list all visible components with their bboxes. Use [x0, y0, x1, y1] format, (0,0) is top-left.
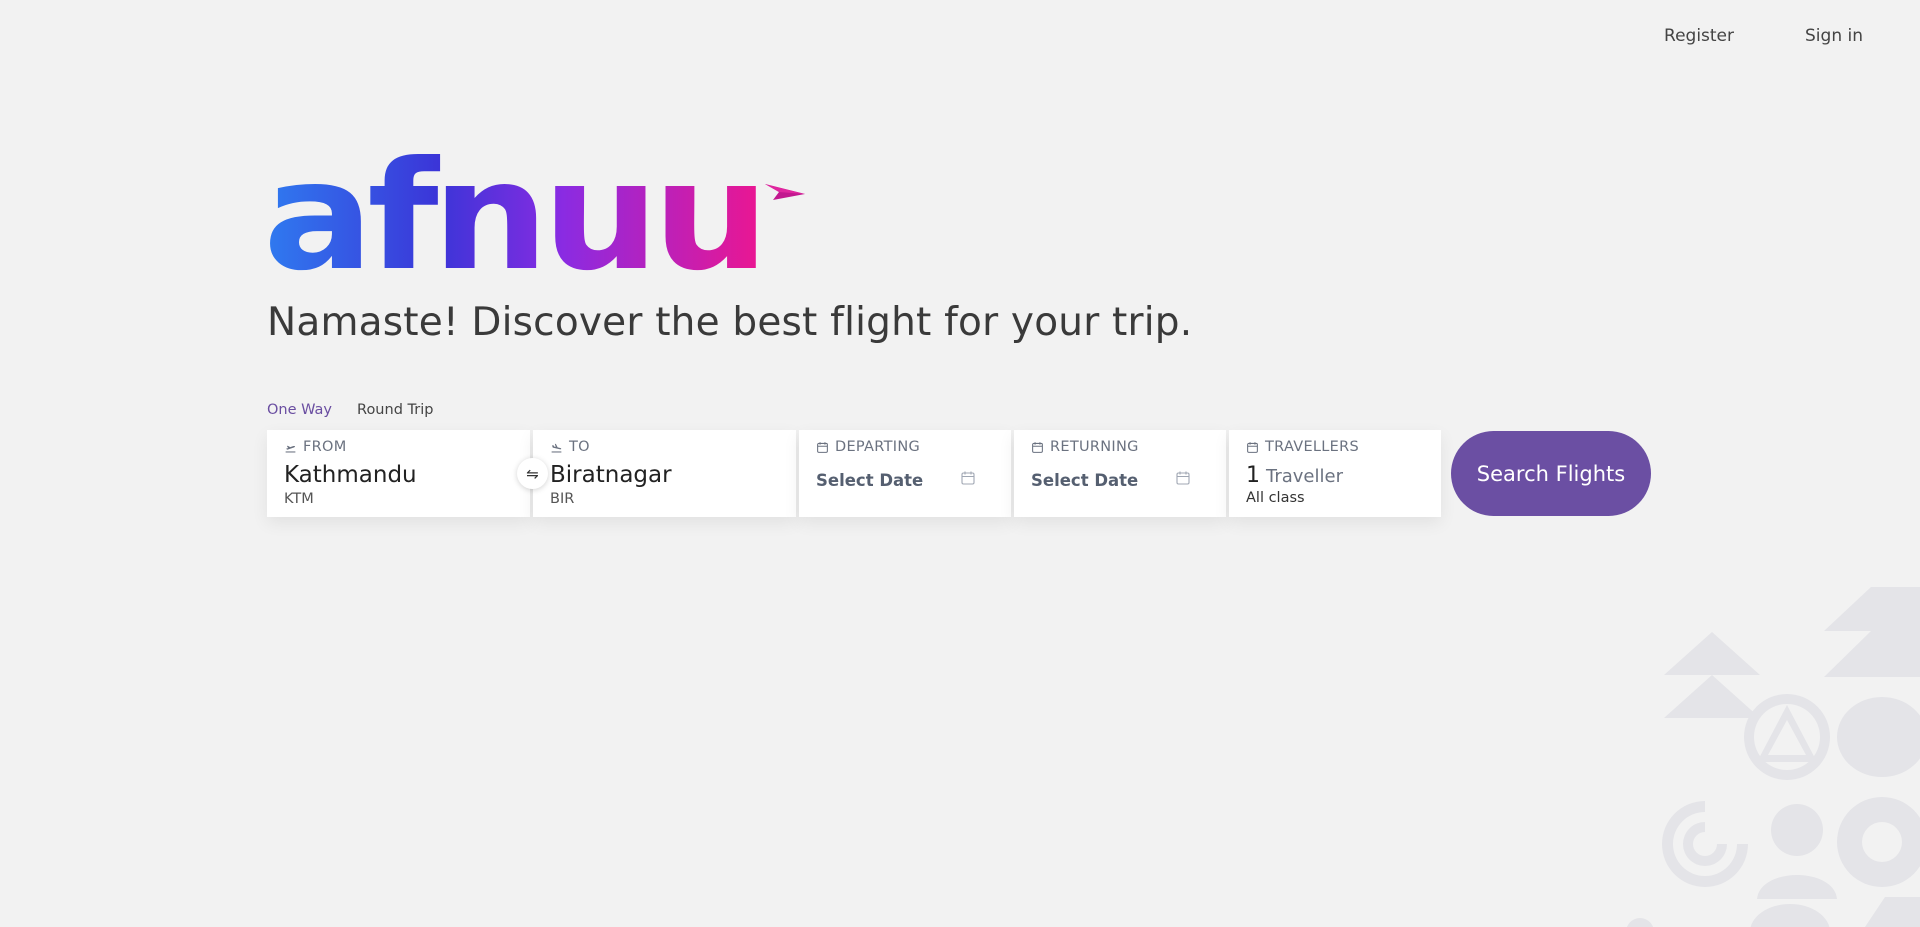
svg-text:afnuu: afnuu: [267, 140, 763, 275]
calendar-icon: [1176, 471, 1190, 485]
landing-icon: [551, 443, 562, 452]
decorative-shapes: [1626, 587, 1920, 927]
from-code: KTM: [284, 491, 314, 507]
to-label: TO: [569, 439, 590, 455]
to-field[interactable]: TO Biratnagar BIR: [533, 430, 796, 517]
returning-value: Select Date: [1031, 470, 1139, 490]
to-code: BIR: [550, 491, 575, 507]
from-field[interactable]: FROM Kathmandu KTM ⇋: [267, 430, 548, 517]
departing-field[interactable]: DEPARTING Select Date: [799, 430, 1011, 517]
tab-round-trip[interactable]: Round Trip: [357, 402, 433, 418]
to-city: Biratnagar: [550, 462, 672, 488]
cabin-class: All class: [1246, 490, 1305, 506]
departing-label: DEPARTING: [835, 439, 920, 455]
returning-field[interactable]: RETURNING Select Date: [1014, 430, 1226, 517]
departing-value: Select Date: [816, 470, 924, 490]
afnuu-logo: afnuu: [267, 140, 805, 275]
traveller-unit: Traveller: [1266, 466, 1343, 487]
from-label: FROM: [303, 439, 347, 455]
signin-link[interactable]: Sign in: [1805, 26, 1863, 46]
from-city: Kathmandu: [284, 462, 417, 488]
takeoff-icon: [285, 445, 296, 452]
calendar-icon: [961, 471, 975, 485]
traveller-count: 1: [1246, 463, 1260, 488]
calendar-icon: [1032, 441, 1043, 453]
flight-search-form: FROM Kathmandu KTM ⇋ TO Biratnagar BIR D…: [267, 430, 1651, 517]
tab-one-way[interactable]: One Way: [267, 402, 332, 418]
trip-type-tabs: One Way Round Trip: [267, 402, 433, 418]
travellers-field[interactable]: TRAVELLERS 1 Traveller All class: [1229, 430, 1441, 517]
travellers-label: TRAVELLERS: [1265, 439, 1360, 455]
register-link[interactable]: Register: [1664, 26, 1734, 46]
page-headline: Namaste! Discover the best flight for yo…: [267, 300, 1193, 345]
swap-icon[interactable]: ⇋: [517, 458, 548, 489]
search-flights-button[interactable]: Search Flights: [1451, 431, 1651, 516]
calendar-icon: [817, 441, 828, 453]
returning-label: RETURNING: [1050, 439, 1139, 455]
calendar-icon: [1247, 441, 1258, 453]
top-nav: Register Sign in: [1664, 26, 1863, 46]
